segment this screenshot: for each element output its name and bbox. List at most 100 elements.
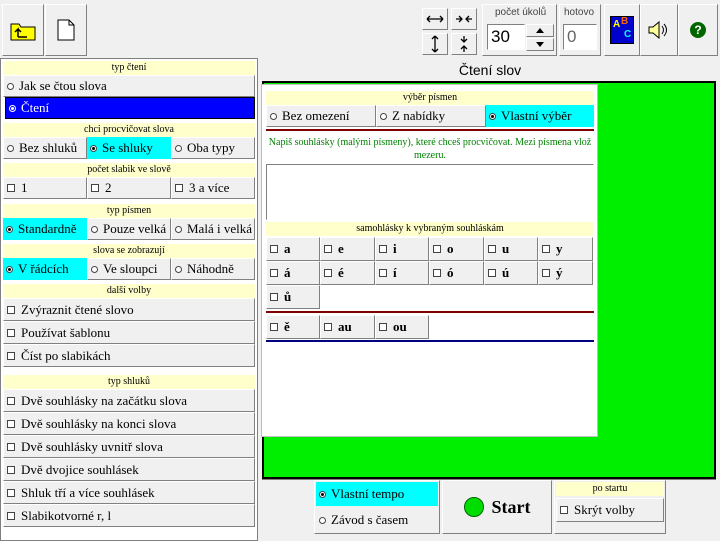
checkbox-vowel-e-long[interactable]: é — [320, 261, 375, 285]
help-button[interactable]: ? — [678, 4, 718, 56]
option-label: Číst po slabikách — [21, 347, 111, 363]
checkbox-vowel-e[interactable]: e — [320, 237, 375, 261]
radio-jak-se-ctou-slova[interactable]: Jak se čtou slova — [3, 75, 255, 97]
checkbox-diphthong-ou[interactable]: ou — [375, 315, 429, 339]
option-label: Dvě souhlásky na konci slova — [21, 415, 177, 431]
checkbox-diphthong-e-caron[interactable]: ě — [266, 315, 320, 339]
checkbox-vowel-a-long[interactable]: á — [266, 261, 320, 285]
hotovo-display: 0 — [563, 24, 597, 50]
checkbox-vowel-i-long[interactable]: í — [375, 261, 429, 285]
radio-pouze-velka[interactable]: Pouze velká — [87, 218, 171, 240]
vowel-label: e — [338, 241, 344, 256]
checkbox-vowel-u[interactable]: u — [484, 237, 538, 261]
option-label: Bez omezení — [282, 108, 350, 123]
sound-button[interactable] — [640, 4, 678, 56]
checkbox-diphthong-au[interactable]: au — [320, 315, 375, 339]
checkbox-icon — [7, 305, 15, 314]
checkbox-slabiky-3-a-vice[interactable]: 3 a více — [171, 177, 255, 199]
radio-oba-typy[interactable]: Oba typy — [171, 137, 255, 159]
checkbox-vowel-a[interactable]: a — [266, 237, 320, 261]
checkbox-shluk-konec[interactable]: Dvě souhlásky na konci slova — [3, 412, 255, 435]
option-label: V řádcích — [18, 261, 69, 276]
vowel-label: u — [502, 241, 510, 256]
radio-vlastni-tempo[interactable]: Vlastní tempo — [316, 482, 438, 506]
radio-standardne[interactable]: Standardně — [3, 218, 87, 240]
checkbox-sablona[interactable]: Používat šablonu — [3, 321, 255, 344]
checkbox-vowel-y-long[interactable]: ý — [538, 261, 593, 285]
checkbox-icon — [7, 419, 15, 428]
option-label: Bez shluků — [19, 140, 78, 155]
vowel-label: ů — [284, 289, 292, 304]
shorter-button[interactable] — [451, 33, 477, 55]
option-label: Pouze velká — [103, 221, 167, 236]
taller-button[interactable] — [422, 33, 448, 55]
tempo-group: Vlastní tempo Závod s časem — [314, 480, 440, 534]
checkbox-po-slabikach[interactable]: Číst po slabikách — [3, 344, 255, 367]
radio-zavod-s-casem[interactable]: Závod s časem — [316, 508, 438, 532]
checkbox-vowel-u-long[interactable]: ú — [484, 261, 538, 285]
option-label: 3 a více — [189, 180, 230, 195]
checkbox-shluk-uvnitr[interactable]: Dvě souhlásky uvnitř slova — [3, 435, 255, 458]
checkbox-vowel-o[interactable]: o — [429, 237, 484, 261]
radio-z-nabidky[interactable]: Z nabídky — [376, 105, 486, 127]
radio-icon — [6, 265, 13, 273]
radio-mala-i-velka[interactable]: Malá i velká — [171, 218, 255, 240]
radio-icon — [91, 225, 98, 233]
radio-ve-sloupci[interactable]: Ve sloupci — [87, 258, 171, 280]
checkbox-zvyraznit[interactable]: Zvýraznit čtené slovo — [3, 298, 255, 321]
vowel-label: i — [393, 241, 397, 256]
radio-se-shluky[interactable]: Se shluky — [87, 137, 171, 159]
hotovo-group: hotovo 0 — [559, 4, 601, 56]
arrows-out-horizontal-icon — [426, 15, 444, 23]
checkbox-slabiky-1[interactable]: 1 — [3, 177, 87, 199]
option-label: 1 — [21, 180, 28, 195]
option-label: Ve sloupci — [103, 261, 158, 276]
typ-shluku-header: typ shluků — [3, 375, 255, 389]
checkbox-shluk-tri[interactable]: Shluk tří a více souhlásek — [3, 481, 255, 504]
radio-icon — [9, 104, 16, 112]
checkbox-skryt-volby[interactable]: Skrýt volby — [556, 498, 664, 522]
pocet-ukolu-increment[interactable] — [526, 24, 554, 37]
radio-icon — [175, 144, 182, 152]
checkbox-shluk-dvojice[interactable]: Dvě dvojice souhlásek — [3, 458, 255, 481]
checkbox-vowel-u-ring[interactable]: ů — [266, 285, 320, 309]
abc-icon: A B C — [610, 16, 634, 44]
spelling-button[interactable]: A B C — [604, 4, 640, 56]
radio-bez-shluku[interactable]: Bez shluků — [3, 137, 87, 159]
option-label: Se shluky — [102, 140, 153, 155]
start-button[interactable]: Start — [442, 480, 552, 534]
checkbox-vowel-y[interactable]: y — [538, 237, 593, 261]
radio-cteni[interactable]: Čtení — [5, 97, 255, 119]
slabiky-header: počet slabik ve slově — [3, 163, 255, 177]
new-document-icon — [57, 19, 75, 41]
checkbox-shluk-zacatek[interactable]: Dvě souhlásky na začátku slova — [3, 389, 255, 412]
radio-bez-omezeni[interactable]: Bez omezení — [266, 105, 376, 127]
widen-button[interactable] — [422, 8, 448, 30]
radio-vlastni-vyber[interactable]: Vlastní výběr — [486, 105, 594, 127]
checkbox-icon — [488, 269, 496, 277]
hotovo-label: hotovo — [564, 7, 595, 18]
checkbox-slabiky-2[interactable]: 2 — [87, 177, 171, 199]
open-file-button[interactable] — [2, 4, 44, 56]
radio-nahodne[interactable]: Náhodně — [171, 258, 255, 280]
letter-selection-panel: výběr písmen Bez omezení Z nabídky Vlast… — [261, 84, 598, 437]
dalsi-volby-header: další volby — [3, 284, 255, 298]
radio-icon — [7, 82, 14, 90]
option-label: Vlastní výběr — [501, 108, 572, 123]
checkbox-vowel-o-long[interactable]: ó — [429, 261, 484, 285]
radio-v-radcich[interactable]: V řádcích — [3, 258, 87, 280]
option-label: Dvě dvojice souhlásek — [21, 461, 139, 477]
pocet-ukolu-input[interactable]: 30 — [487, 24, 525, 50]
pocet-ukolu-group: počet úkolů 30 — [482, 4, 557, 56]
radio-icon — [90, 144, 97, 152]
po-startu-group: po startu Skrýt volby — [554, 480, 666, 534]
radio-icon — [319, 516, 326, 524]
pocet-ukolu-decrement[interactable] — [526, 38, 554, 51]
radio-icon — [270, 112, 277, 120]
triangle-up-icon — [536, 28, 544, 33]
checkbox-vowel-i[interactable]: i — [375, 237, 429, 261]
checkbox-slabikotvorne[interactable]: Slabikotvorné r, l — [3, 504, 255, 527]
new-document-button[interactable] — [45, 4, 87, 56]
consonants-textarea[interactable] — [266, 164, 594, 220]
narrow-button[interactable] — [451, 8, 477, 30]
